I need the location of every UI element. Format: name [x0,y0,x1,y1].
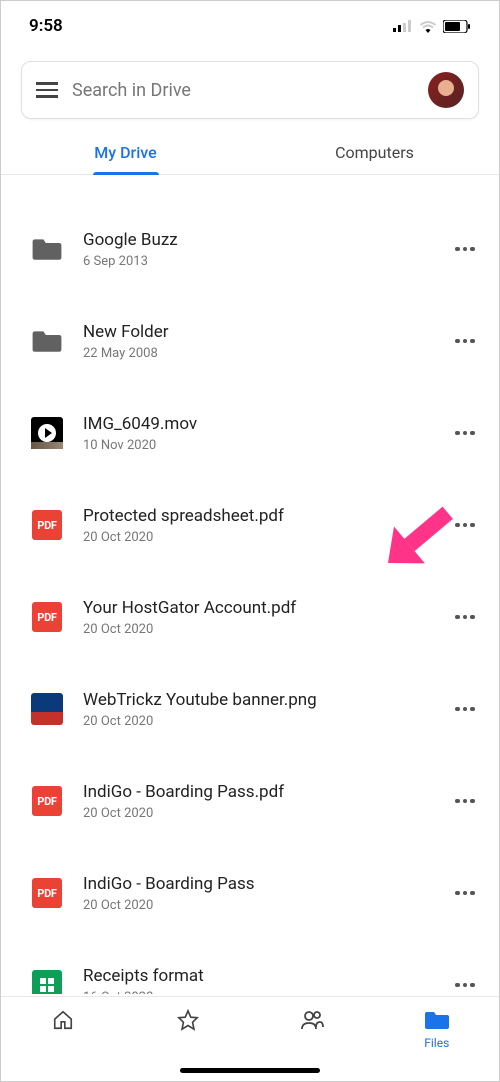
video-icon [31,417,63,449]
file-name: IndiGo - Boarding Pass.pdf [83,782,431,802]
wifi-icon [419,20,437,33]
file-date: 20 Oct 2020 [83,622,431,637]
tabs-container: My Drive Computers [1,129,499,175]
pdf-icon: PDF [31,509,63,541]
more-icon[interactable] [451,419,479,447]
file-date: 6 Sep 2013 [83,254,431,269]
tab-my-drive[interactable]: My Drive [1,129,250,174]
home-icon [50,1007,76,1033]
menu-icon[interactable] [36,82,58,98]
people-icon [299,1007,325,1033]
folder-icon [31,233,63,265]
list-item[interactable]: WebTrickz Youtube banner.png 20 Oct 2020 [1,663,499,755]
status-indicators [393,20,471,33]
file-name: IMG_6049.mov [83,414,431,434]
list-item[interactable]: PDF IndiGo - Boarding Pass 20 Oct 2020 [1,847,499,939]
status-bar: 9:58 [1,1,499,51]
more-icon[interactable] [451,603,479,631]
file-name: Your HostGator Account.pdf [83,598,431,618]
more-icon[interactable] [451,879,479,907]
file-date: 16 Oct 2020 [83,990,431,995]
file-date: 10 Nov 2020 [83,438,431,453]
list-item[interactable]: IMG_6049.mov 10 Nov 2020 [1,387,499,479]
list-item[interactable]: New Folder 22 May 2008 [1,295,499,387]
star-icon [175,1007,201,1033]
file-name: WebTrickz Youtube banner.png [83,690,431,710]
more-icon[interactable] [451,511,479,539]
more-icon[interactable] [451,235,479,263]
file-name: New Folder [83,322,431,342]
sheets-icon [31,969,63,994]
more-icon[interactable] [451,695,479,723]
file-name: Receipts format [83,966,431,986]
cellular-icon [393,20,413,32]
file-date: 20 Oct 2020 [83,806,431,821]
file-date: 20 Oct 2020 [83,714,431,729]
pdf-icon: PDF [31,601,63,633]
home-indicator[interactable] [180,1068,320,1073]
status-time: 9:58 [29,16,63,36]
list-item[interactable]: PDF IndiGo - Boarding Pass.pdf 20 Oct 202… [1,755,499,847]
search-bar[interactable]: Search in Drive [21,61,479,119]
nav-files[interactable]: Files [375,1007,500,1081]
list-item[interactable]: Receipts format 16 Oct 2020 [1,939,499,994]
folder-icon [31,325,63,357]
image-icon [31,693,63,725]
list-item[interactable]: Google Buzz 6 Sep 2013 [1,203,499,295]
more-icon[interactable] [451,787,479,815]
file-name: IndiGo - Boarding Pass [83,874,431,894]
pdf-icon: PDF [31,785,63,817]
file-date: 20 Oct 2020 [83,530,431,545]
more-icon[interactable] [451,327,479,355]
battery-icon [443,20,471,33]
file-name: Protected spreadsheet.pdf [83,506,431,526]
file-date: 20 Oct 2020 [83,898,431,913]
nav-label: Files [424,1036,449,1050]
files-icon [424,1007,450,1033]
more-icon[interactable] [451,971,479,994]
list-item[interactable]: PDF Your HostGator Account.pdf 20 Oct 202… [1,571,499,663]
file-list: Google Buzz 6 Sep 2013 New Folder 22 May 2… [1,175,499,994]
avatar[interactable] [428,72,464,108]
search-input[interactable]: Search in Drive [72,80,414,101]
file-name: Google Buzz [83,230,431,250]
file-date: 22 May 2008 [83,346,431,361]
tab-computers[interactable]: Computers [250,129,499,174]
nav-home[interactable] [1,1007,126,1081]
list-item[interactable]: PDF Protected spreadsheet.pdf 20 Oct 2020 [1,479,499,571]
pdf-icon: PDF [31,877,63,909]
